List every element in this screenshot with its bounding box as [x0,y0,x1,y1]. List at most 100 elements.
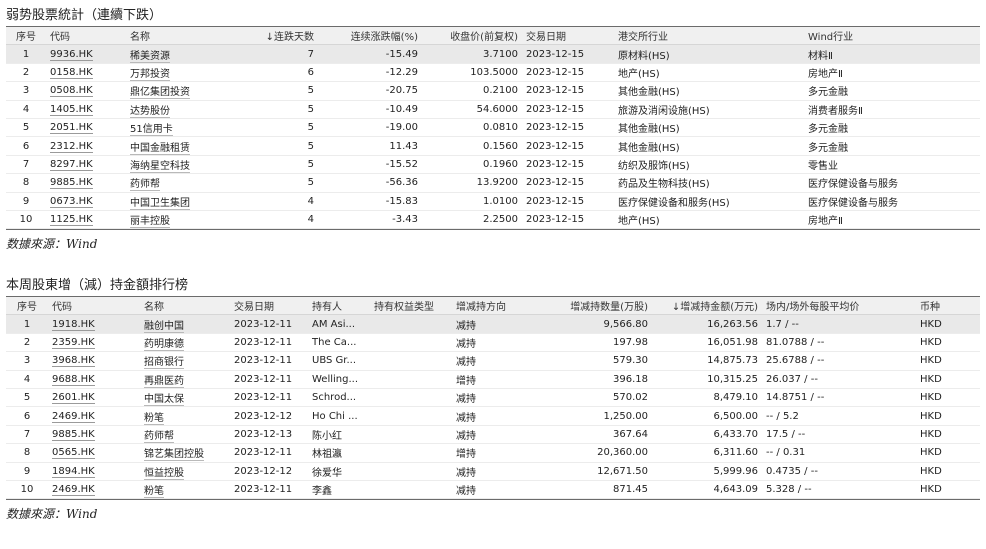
stock-name-link[interactable]: 中国卫生集团 [130,197,190,210]
table-row[interactable]: 4 9688.HK 再鼎医药 2023-12-11 Welling... 增持 396.18… [6,370,980,389]
table-row[interactable]: 1 9936.HK 稀美资源 7 -15.49 3.7100 2023-12-15 原材料(H… [6,44,980,64]
table-row[interactable]: 1 1918.HK 融创中国 2023-12-11 AM Asi... 减持 9,566.8… [6,314,980,334]
stock-code-link[interactable]: 3968.HK [52,355,95,368]
stock-name-link[interactable]: 粉笔 [144,486,164,499]
cell-trade-date: 2023-12-15 [526,158,585,170]
table-row[interactable]: 10 2469.HK 粉笔 2023-12-11 李鑫 减持 871.45 4,643.09 5… [6,480,980,499]
column-header-code[interactable]: 代码 [46,27,126,46]
column-header-wind-industry[interactable]: Wind行业 [804,27,980,46]
table-row[interactable]: 9 1894.HK 恒益控股 2023-12-12 徐爱华 减持 12,671.50 5,99… [6,462,980,481]
stock-name-link[interactable]: 再鼎医药 [144,375,184,388]
cell-currency: HKD [920,465,942,477]
stock-code-link[interactable]: 0673.HK [50,195,93,208]
table-row[interactable]: 8 0565.HK 锦艺集团控股 2023-12-11 林祖瀛 增持 20,360.00 6,… [6,444,980,463]
stock-name-link[interactable]: 丽丰控股 [130,216,170,229]
stock-name-link[interactable]: 中国金融租赁 [130,142,190,155]
stock-name-link[interactable]: 药师帮 [130,179,160,192]
cell-avg-price: 17.5 / -- [766,428,806,440]
stock-code-link[interactable]: 9936.HK [50,48,93,61]
stock-name-link[interactable]: 锦艺集团控股 [144,449,204,462]
stock-name-link[interactable]: 万邦投资 [130,68,170,81]
stock-name-link[interactable]: 药明康德 [144,338,184,351]
column-header-equity-type[interactable]: 持有权益类型 [370,297,452,316]
table-row[interactable]: 8 9885.HK 药师帮 5 -56.36 13.9200 2023-12-15 药品及生物… [6,174,980,193]
stock-code-link[interactable]: 0508.HK [50,85,93,98]
cell-trade-date: 2023-12-15 [526,48,585,60]
column-header-trade-date[interactable]: 交易日期 [230,297,308,316]
stock-name-link[interactable]: 恒益控股 [144,467,184,480]
stock-name-link[interactable]: 鼎亿集团投资 [130,87,190,100]
cell-code: 9885.HK [48,425,140,443]
table-row[interactable]: 5 2051.HK 51信用卡 5 -19.00 0.0810 2023-12-15 其他金融… [6,118,980,137]
column-header-name[interactable]: 名称 [126,27,226,46]
stock-code-link[interactable]: 1405.HK [50,103,93,116]
stock-name-link[interactable]: 融创中国 [144,320,184,333]
cell-index: 4 [23,373,31,385]
table-row[interactable]: 9 0673.HK 中国卫生集团 4 -15.83 1.0100 2023-12-15 医疗保… [6,192,980,211]
cell-index: 6 [23,410,31,422]
cell-equity-type [370,370,452,388]
cell-code: 0158.HK [46,63,126,81]
stock-code-link[interactable]: 0565.HK [52,447,95,460]
stock-code-link[interactable]: 2469.HK [52,410,95,423]
stock-name-link[interactable]: 海纳星空科技 [130,160,190,173]
table-row[interactable]: 2 2359.HK 药明康德 2023-12-11 The Ca... 减持 197.98 1… [6,333,980,352]
table-row[interactable]: 10 1125.HK 丽丰控股 4 -3.43 2.2500 2023-12-15 地产(HS… [6,210,980,229]
column-header-avg-price[interactable]: 场内/场外每股平均价 [762,297,916,316]
column-header-name[interactable]: 名称 [140,297,230,316]
cell-index: 5 [22,122,30,134]
column-header-close-price[interactable]: 收盘价(前复权) [422,27,522,46]
cell-amount: 6,433.70 [713,428,758,440]
column-header-index[interactable]: 序号 [6,27,46,46]
cell-name: 恒益控股 [140,462,230,480]
stock-name-link[interactable]: 稀美资源 [130,50,170,63]
stock-code-link[interactable]: 9688.HK [52,373,95,386]
stock-name-link[interactable]: 招商银行 [144,357,184,370]
stock-code-link[interactable]: 1894.HK [52,465,95,478]
column-header-down-days[interactable]: ↓连跌天数 [226,27,318,46]
stock-code-link[interactable]: 1125.HK [50,214,93,227]
stock-code-link[interactable]: 2601.HK [52,392,95,405]
column-header-hkex-industry[interactable]: 港交所行业 [614,27,804,46]
stock-name-link[interactable]: 药师帮 [144,430,174,443]
stock-name-link[interactable]: 中国太保 [144,394,184,407]
cell-equity-type [370,352,452,370]
stock-name-link[interactable]: 51信用卡 [130,124,173,137]
table-row[interactable]: 4 1405.HK 达势股份 5 -10.49 54.6000 2023-12-15 旅游及消… [6,100,980,119]
column-header-change-pct[interactable]: 连续涨跌幅(%) [318,27,422,46]
stock-code-link[interactable]: 9885.HK [52,428,95,441]
cell-trade-date: 2023-12-15 [526,177,585,189]
stock-code-link[interactable]: 2312.HK [50,140,93,153]
column-header-trade-date[interactable]: 交易日期 [522,27,614,46]
stock-code-link[interactable]: 2359.HK [52,336,95,349]
stock-code-link[interactable]: 1918.HK [52,318,95,331]
cell-code: 2359.HK [48,333,140,351]
column-header-quantity[interactable]: 增减持数量(万股) [548,297,652,316]
column-header-amount[interactable]: ↓增减持金额(万元) [652,297,762,316]
cell-hkex-industry: 其他金融(HS) [618,124,680,136]
cell-equity-type [370,315,452,333]
table-row[interactable]: 6 2469.HK 粉笔 2023-12-12 Ho Chi ... 减持 1,250.00… [6,407,980,426]
stock-code-link[interactable]: 2051.HK [50,122,93,135]
table-row[interactable]: 7 9885.HK 药师帮 2023-12-13 陈小红 减持 367.64 6,433.70… [6,425,980,444]
table-row[interactable]: 7 8297.HK 海纳星空科技 5 -15.52 0.1960 2023-12-15 纺织及… [6,155,980,174]
cell-down-days: 5 [307,177,314,189]
table-row[interactable]: 6 2312.HK 中国金融租赁 5 11.43 0.1560 2023-12-15 其他金融… [6,137,980,156]
stock-code-link[interactable]: 8297.HK [50,158,93,171]
stock-name-link[interactable]: 达势股份 [130,105,170,118]
column-header-currency[interactable]: 币种 [916,297,980,316]
table-row[interactable]: 3 3968.HK 招商银行 2023-12-11 UBS Gr... 减持 579.30 1… [6,352,980,371]
table-row[interactable]: 5 2601.HK 中国太保 2023-12-11 Schrod... 减持 570.02 8… [6,388,980,407]
column-header-holder[interactable]: 持有人 [308,297,370,316]
stock-name-link[interactable]: 粉笔 [144,412,164,425]
cell-name: 中国太保 [140,388,230,407]
table-row[interactable]: 3 0508.HK 鼎亿集团投资 5 -20.75 0.2100 2023-12-15 其他金… [6,82,980,101]
column-header-direction[interactable]: 增减持方向 [452,297,548,316]
stock-code-link[interactable]: 9885.HK [50,177,93,190]
stock-code-link[interactable]: 0158.HK [50,66,93,79]
cell-direction: 减持 [456,467,476,479]
column-header-code[interactable]: 代码 [48,297,140,316]
column-header-index[interactable]: 序号 [6,297,48,316]
table-row[interactable]: 2 0158.HK 万邦投资 6 -12.29 103.5000 2023-12-15 地产(… [6,63,980,82]
stock-code-link[interactable]: 2469.HK [52,484,95,497]
